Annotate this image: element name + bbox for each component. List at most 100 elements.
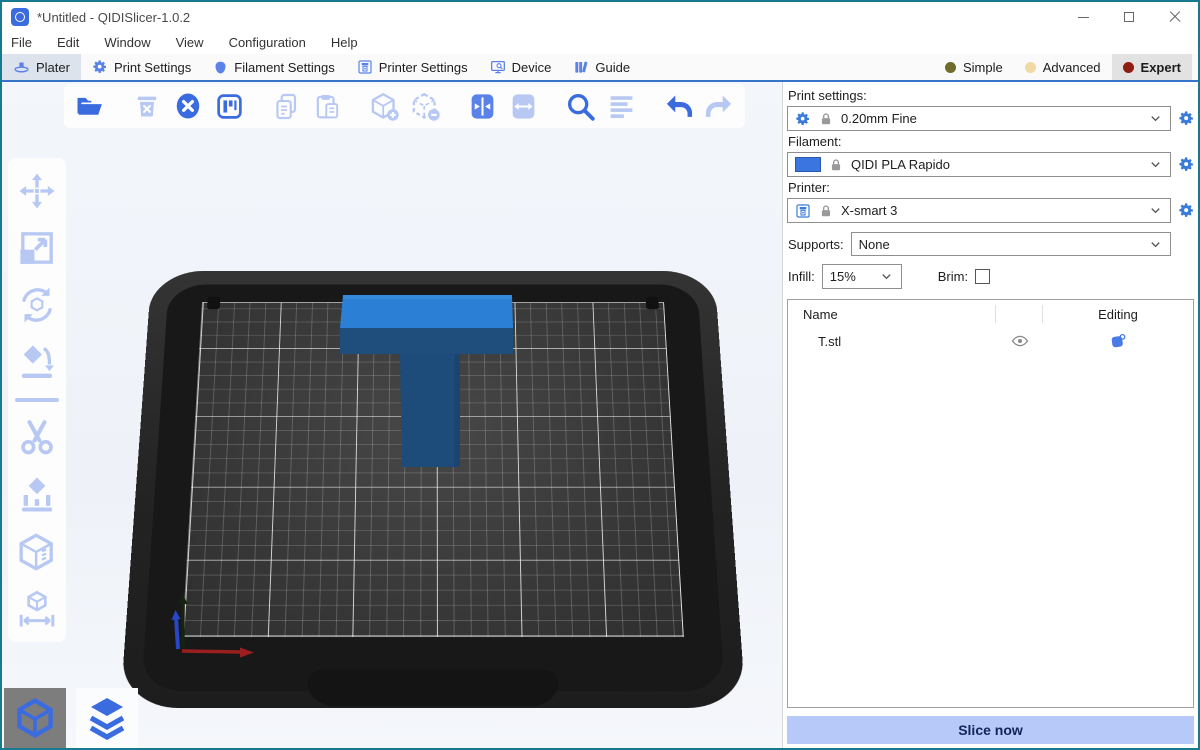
paint-supports-tool-button[interactable] xyxy=(16,474,58,516)
place-on-face-icon xyxy=(17,342,57,382)
menu-configuration[interactable]: Configuration xyxy=(229,35,306,50)
app-window: *Untitled - QIDISlicer-1.0.2 File Edit W… xyxy=(0,0,1200,750)
slice-now-button[interactable]: Slice now xyxy=(787,716,1194,744)
tab-printer-settings[interactable]: Printer Settings xyxy=(346,54,479,80)
add-instance-button[interactable] xyxy=(368,90,400,122)
plate-clip-right xyxy=(646,297,659,309)
menu-file[interactable]: File xyxy=(11,35,32,50)
paint-supports-icon xyxy=(17,475,57,515)
measure-icon xyxy=(17,589,57,629)
printer-value: X-smart 3 xyxy=(841,203,897,218)
cut-tool-button[interactable] xyxy=(16,417,58,459)
seam-tool-button[interactable] xyxy=(16,531,58,573)
settings-panel: Print settings: 0.20mm Fine Filament: QI… xyxy=(782,82,1198,748)
menu-help[interactable]: Help xyxy=(331,35,358,50)
window-title: *Untitled - QIDISlicer-1.0.2 xyxy=(37,10,190,25)
close-button[interactable] xyxy=(1152,2,1198,32)
infill-select[interactable]: 15% xyxy=(822,264,902,289)
arrange-button[interactable] xyxy=(213,90,245,122)
mode-simple[interactable]: Simple xyxy=(934,54,1014,80)
printer-icon xyxy=(357,59,373,75)
scale-icon xyxy=(17,228,57,268)
chevron-down-icon xyxy=(1148,157,1163,172)
printer-label: Printer: xyxy=(788,180,1196,195)
variable-layer-height-button[interactable] xyxy=(605,90,637,122)
left-toolbar xyxy=(8,158,66,642)
menu-bar: File Edit Window View Configuration Help xyxy=(2,32,1198,54)
cut-icon xyxy=(17,418,57,458)
view-toggles xyxy=(4,688,138,748)
tab-filament-settings[interactable]: Filament Settings xyxy=(202,54,345,80)
copy-button[interactable] xyxy=(270,90,302,122)
object-row-t-stl[interactable]: T.stl xyxy=(788,328,1193,354)
maximize-button[interactable] xyxy=(1106,2,1152,32)
supports-select[interactable]: None xyxy=(851,232,1171,256)
lock-icon xyxy=(819,112,833,126)
menu-window[interactable]: Window xyxy=(104,35,150,50)
print-settings-label: Print settings: xyxy=(788,88,1196,103)
paste-button[interactable] xyxy=(311,90,343,122)
undo-button[interactable] xyxy=(662,90,694,122)
filament-select[interactable]: QIDI PLA Rapido xyxy=(787,152,1171,177)
gear-icon xyxy=(1178,202,1195,219)
print-settings-select[interactable]: 0.20mm Fine xyxy=(787,106,1171,131)
seam-icon xyxy=(17,532,57,572)
build-plate-grid xyxy=(182,302,684,637)
column-name: Name xyxy=(788,307,995,322)
edit-filament-button[interactable] xyxy=(1176,154,1196,176)
menu-edit[interactable]: Edit xyxy=(57,35,79,50)
filament-value: QIDI PLA Rapido xyxy=(851,157,950,172)
remove-instance-button[interactable] xyxy=(409,90,441,122)
mode-advanced[interactable]: Advanced xyxy=(1014,54,1112,80)
edit-print-settings-button[interactable] xyxy=(1176,108,1196,130)
printer-select[interactable]: X-smart 3 xyxy=(787,198,1171,223)
close-icon xyxy=(1169,11,1181,23)
tool-separator xyxy=(15,398,59,402)
redo-button[interactable] xyxy=(703,90,735,122)
edit-printer-button[interactable] xyxy=(1176,200,1196,222)
split-to-objects-button[interactable] xyxy=(466,90,498,122)
simple-mode-dot-icon xyxy=(945,62,956,73)
guide-icon xyxy=(573,59,589,75)
preview-view-button[interactable] xyxy=(76,688,138,748)
chevron-down-icon xyxy=(1148,111,1163,126)
chevron-down-icon xyxy=(1148,237,1163,252)
viewport-3d[interactable] xyxy=(2,82,782,748)
editor-view-button[interactable] xyxy=(4,688,66,748)
search-button[interactable] xyxy=(564,90,596,122)
gear-icon xyxy=(1178,156,1195,173)
app-logo-icon xyxy=(11,8,29,26)
measure-tool-button[interactable] xyxy=(16,588,58,630)
gear-icon xyxy=(795,108,811,130)
delete-all-button[interactable] xyxy=(172,90,204,122)
build-plate xyxy=(120,271,746,708)
supports-label: Supports: xyxy=(788,237,844,252)
object-name: T.stl xyxy=(788,334,997,349)
tab-print-settings[interactable]: Print Settings xyxy=(81,54,202,80)
move-tool-button[interactable] xyxy=(16,170,58,212)
tab-print-settings-label: Print Settings xyxy=(114,60,191,75)
eye-icon xyxy=(1011,332,1029,350)
mode-expert[interactable]: Expert xyxy=(1112,54,1192,80)
visibility-toggle[interactable] xyxy=(997,332,1043,350)
scale-tool-button[interactable] xyxy=(16,227,58,269)
place-on-face-tool-button[interactable] xyxy=(16,341,58,383)
rotate-tool-button[interactable] xyxy=(16,284,58,326)
editing-cell[interactable] xyxy=(1043,332,1193,350)
column-editing: Editing xyxy=(1043,307,1193,322)
brim-checkbox[interactable] xyxy=(975,269,990,284)
filament-icon xyxy=(213,60,228,75)
split-to-parts-button[interactable] xyxy=(507,90,539,122)
menu-view[interactable]: View xyxy=(176,35,204,50)
open-button[interactable] xyxy=(74,90,106,122)
printer-icon xyxy=(795,203,811,219)
minimize-button[interactable] xyxy=(1060,2,1106,32)
gear-icon xyxy=(92,59,108,75)
tab-guide[interactable]: Guide xyxy=(562,54,641,80)
move-icon xyxy=(17,171,57,211)
object-list: Name Editing T.stl xyxy=(787,299,1194,708)
object-list-header: Name Editing xyxy=(788,300,1193,328)
tab-plater[interactable]: Plater xyxy=(2,54,81,80)
tab-device[interactable]: Device xyxy=(479,54,563,80)
delete-button[interactable] xyxy=(131,90,163,122)
